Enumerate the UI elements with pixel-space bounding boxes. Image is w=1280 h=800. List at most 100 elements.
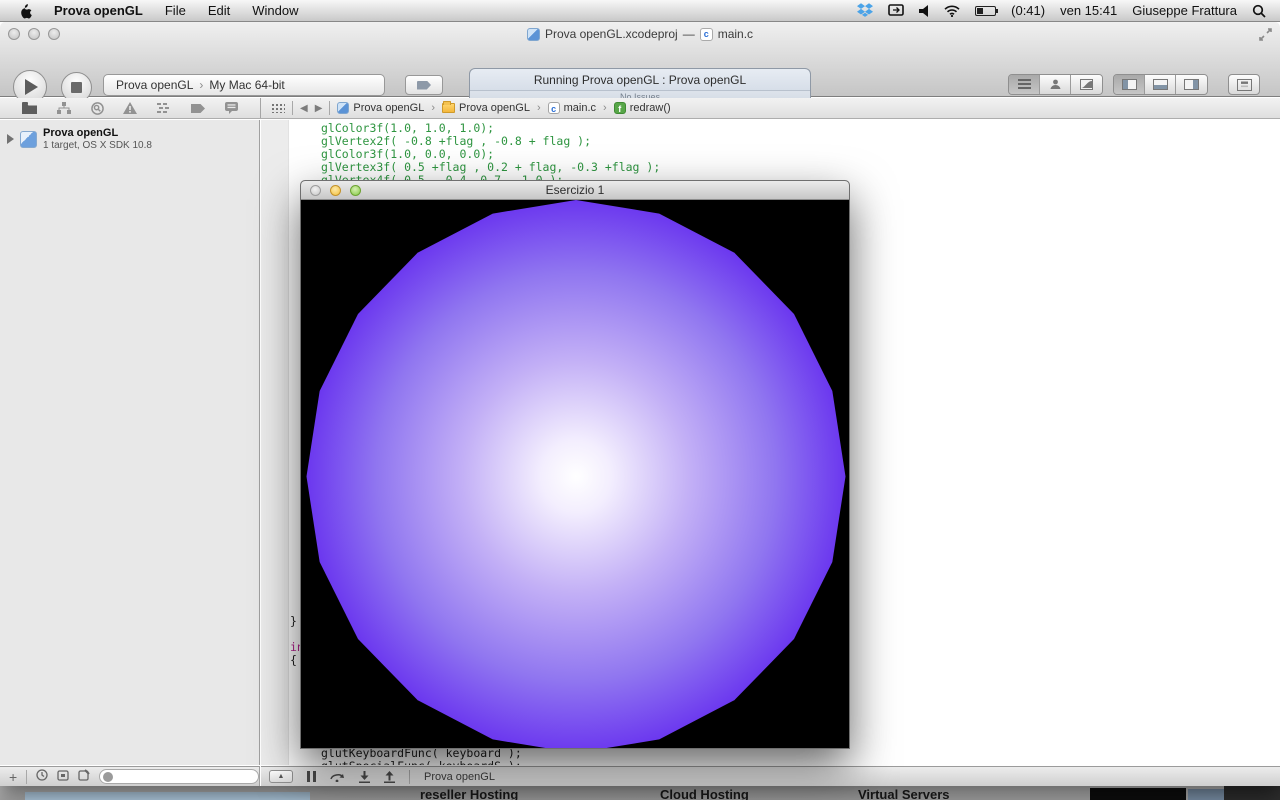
debug-bar: ▲ Prova openGL <box>261 766 1280 786</box>
toggle-utilities-button[interactable] <box>1176 75 1207 94</box>
desktop: Prova openGL File Edit Window (0:41) ven… <box>0 0 1280 800</box>
minimize-button[interactable] <box>330 185 341 196</box>
filter-input[interactable] <box>99 769 259 784</box>
background-element <box>25 792 310 800</box>
breadcrumb-file[interactable]: c main.c <box>548 102 596 114</box>
recent-files-icon[interactable] <box>36 768 48 786</box>
toggle-debug-area-button[interactable] <box>1145 75 1176 94</box>
forward-button[interactable]: ▶ <box>315 103 323 114</box>
c-file-icon: c <box>700 28 713 41</box>
window-title-project: Prova openGL.xcodeproj <box>545 27 678 41</box>
folder-icon <box>442 103 455 113</box>
debug-pane-icon <box>1153 79 1168 90</box>
background-element <box>1090 788 1186 800</box>
background-window-strip: reseller Hosting Cloud Hosting Virtual S… <box>0 786 1280 800</box>
background-element <box>1188 789 1224 800</box>
project-row[interactable]: Prova openGL 1 target, OS X SDK 10.8 <box>0 123 259 155</box>
menu-bar: Prova openGL File Edit Window (0:41) ven… <box>0 0 1280 22</box>
gradient-polygon <box>306 200 845 748</box>
navigator-and-jump-bar: ◀ ▶ Prova openGL › Prova openGL › c main… <box>0 98 1280 119</box>
utilities-pane-icon <box>1184 79 1199 90</box>
battery-icon <box>975 6 996 16</box>
add-button[interactable]: + <box>9 769 17 785</box>
breadcrumb-separator: › <box>431 102 435 114</box>
stop-icon <box>71 82 82 93</box>
opengl-window: Esercizio 1 <box>300 180 850 749</box>
code-line: } <box>290 615 297 628</box>
project-icon <box>20 131 37 148</box>
disclosure-triangle-icon[interactable] <box>7 134 14 144</box>
breakpoints-button[interactable] <box>405 75 443 95</box>
menu-clock[interactable]: ven 15:41 <box>1060 3 1117 18</box>
menu-app-name[interactable]: Prova openGL <box>54 3 143 18</box>
divider <box>329 101 330 115</box>
menu-window[interactable]: Window <box>252 3 298 18</box>
background-link: Virtual Servers <box>858 787 950 800</box>
breadcrumb-label: Prova openGL <box>459 102 530 114</box>
window-title-file: main.c <box>718 27 753 41</box>
background-link: Cloud Hosting <box>660 787 749 800</box>
standard-editor-button[interactable] <box>1009 75 1040 94</box>
c-file-icon: c <box>548 102 560 114</box>
breakpoint-icon <box>417 81 431 90</box>
spotlight-icon[interactable] <box>1252 4 1266 18</box>
scheme-project: Prova openGL <box>116 78 193 92</box>
wifi-icon[interactable] <box>944 5 960 17</box>
unsaved-files-icon[interactable] <box>78 768 90 786</box>
toggle-navigator-button[interactable] <box>1114 75 1145 94</box>
breadcrumb-separator: › <box>537 102 541 114</box>
show-debug-area-icon[interactable]: ▲ <box>269 770 293 783</box>
filter-icon <box>103 772 113 782</box>
issue-navigator-icon[interactable] <box>123 102 137 114</box>
related-items-icon[interactable] <box>271 103 285 113</box>
organizer-button[interactable] <box>1228 74 1260 95</box>
jump-bar: ◀ ▶ Prova openGL › Prova openGL › c main… <box>260 98 1280 118</box>
log-navigator-icon[interactable] <box>225 102 238 114</box>
menu-user[interactable]: Giuseppe Frattura <box>1132 3 1237 18</box>
opengl-window-titlebar[interactable]: Esercizio 1 <box>301 181 849 200</box>
background-element <box>1224 786 1280 800</box>
step-over-icon[interactable] <box>330 771 345 782</box>
divider <box>292 101 293 115</box>
navigator-sidebar: Prova openGL 1 target, OS X SDK 10.8 <box>0 120 260 765</box>
breadcrumb-function[interactable]: f redraw() <box>614 102 671 114</box>
scm-status-icon[interactable] <box>57 768 69 786</box>
breadcrumb-group[interactable]: Prova openGL <box>442 102 530 114</box>
zoom-button[interactable] <box>350 185 361 196</box>
breadcrumb-label: Prova openGL <box>353 102 424 114</box>
xcodeproj-icon <box>337 102 349 114</box>
pause-icon[interactable] <box>307 771 316 782</box>
project-navigator-icon[interactable] <box>22 102 37 114</box>
step-into-icon[interactable] <box>359 771 370 783</box>
close-button[interactable] <box>310 185 321 196</box>
debug-process-name[interactable]: Prova openGL <box>424 771 495 783</box>
fullscreen-icon[interactable] <box>1259 28 1272 44</box>
version-editor-button[interactable] <box>1071 75 1102 94</box>
divider <box>26 770 27 784</box>
version-editor-icon <box>1080 79 1093 90</box>
back-button[interactable]: ◀ <box>300 103 308 114</box>
project-name: Prova openGL <box>43 127 152 140</box>
search-navigator-icon[interactable] <box>91 102 104 115</box>
scheme-selector[interactable]: Prova openGL › My Mac 64-bit <box>103 74 385 96</box>
breakpoint-navigator-icon[interactable] <box>191 104 205 113</box>
background-link: reseller Hosting <box>420 787 518 800</box>
navigator-pane-icon <box>1122 79 1137 90</box>
divider <box>409 770 410 784</box>
symbol-navigator-icon[interactable] <box>57 102 71 114</box>
breadcrumb-label: main.c <box>564 102 596 114</box>
step-out-icon[interactable] <box>384 771 395 783</box>
dropbox-icon[interactable] <box>857 3 873 18</box>
menu-file[interactable]: File <box>165 3 186 18</box>
xcodeproj-icon <box>527 28 540 41</box>
window-chrome: Prova openGL.xcodeproj — c main.c Run St… <box>0 22 1280 97</box>
debug-navigator-icon[interactable] <box>157 103 171 113</box>
menu-edit[interactable]: Edit <box>208 3 230 18</box>
navigator-selector-bar <box>0 102 260 115</box>
assistant-editor-button[interactable] <box>1040 75 1071 94</box>
breadcrumb-label: redraw() <box>630 102 671 114</box>
apple-menu-icon[interactable] <box>18 3 32 19</box>
breadcrumb-project[interactable]: Prova openGL <box>337 102 424 114</box>
volume-icon[interactable] <box>919 5 929 17</box>
display-switch-icon[interactable] <box>888 4 904 17</box>
